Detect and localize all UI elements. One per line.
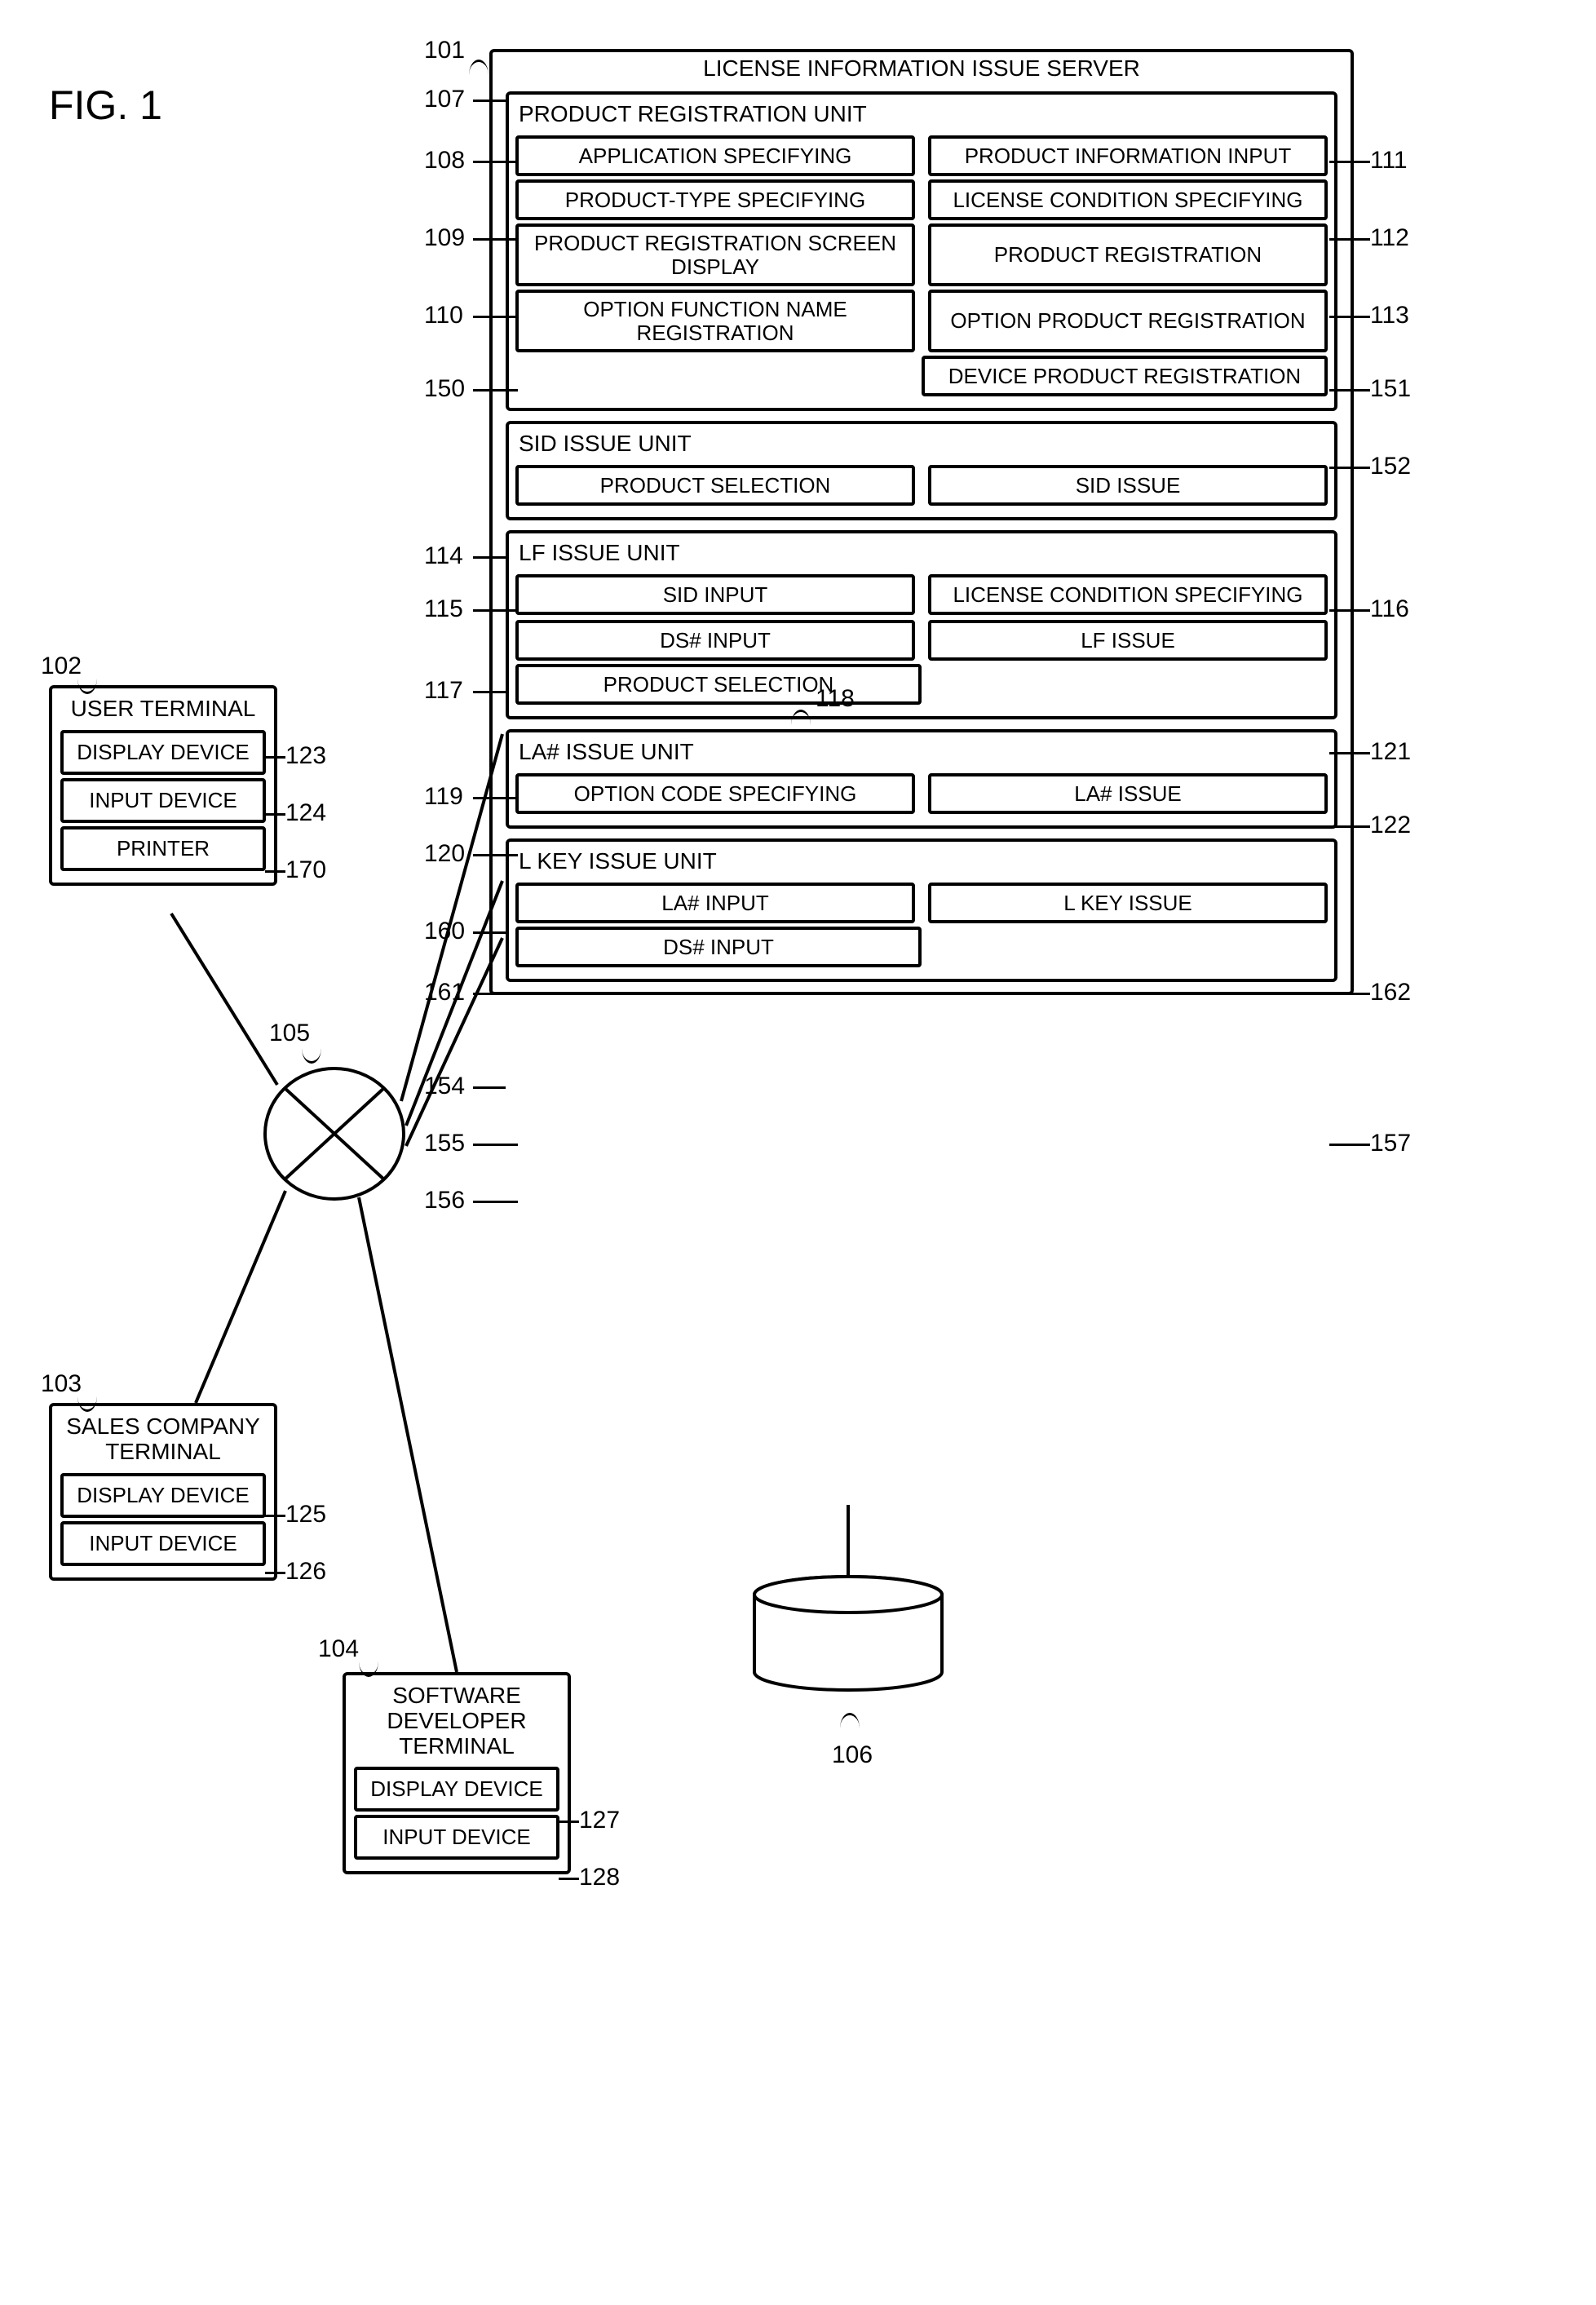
product-registration-screen-display: PRODUCT REGISTRATION SCREEN DISPLAY: [515, 223, 915, 286]
ref-125: 125: [285, 1501, 326, 1529]
ref-122: 122: [1370, 812, 1411, 839]
lkey-ds-input: DS# INPUT: [515, 927, 922, 967]
lf-product-selection: PRODUCT SELECTION: [515, 664, 922, 705]
product-registration-unit-title: PRODUCT REGISTRATION UNIT: [515, 100, 1328, 132]
license-server-title: LICENSE INFORMATION ISSUE SERVER: [493, 52, 1351, 85]
product-registration-unit: PRODUCT REGISTRATION UNIT APPLICATION SP…: [506, 91, 1337, 411]
la-issue-unit-title: LA# ISSUE UNIT: [515, 737, 1328, 770]
ref-124: 124: [285, 799, 326, 827]
ref-170: 170: [285, 856, 326, 884]
software-developer-terminal: SOFTWARE DEVELOPER TERMINAL DISPLAY DEVI…: [343, 1672, 571, 1874]
lkey-issue: L KEY ISSUE: [928, 883, 1328, 923]
database-icon: [750, 1574, 946, 1697]
lf-issue-unit: LF ISSUE UNIT SID INPUT DS# INPUT LICENS…: [506, 530, 1337, 719]
ref-116: 116: [1370, 595, 1409, 623]
ref-111: 111: [1370, 147, 1408, 175]
la-option-code-specifying: OPTION CODE SPECIFYING: [515, 773, 915, 814]
ref-161: 161: [424, 979, 465, 1007]
la-issue: LA# ISSUE: [928, 773, 1328, 814]
ref-110: 110: [424, 302, 463, 330]
sales-company-terminal: SALES COMPANY TERMINAL DISPLAY DEVICE IN…: [49, 1403, 277, 1581]
ref-112: 112: [1370, 224, 1409, 252]
ref-101: 101: [424, 37, 465, 64]
product-information-input: PRODUCT INFORMATION INPUT: [928, 135, 1328, 176]
lf-sid-input: SID INPUT: [515, 574, 915, 615]
ref-103: 103: [41, 1370, 82, 1398]
user-display-device: DISPLAY DEVICE: [60, 730, 266, 775]
ref-102: 102: [41, 653, 82, 680]
user-terminal: USER TERMINAL DISPLAY DEVICE INPUT DEVIC…: [49, 685, 277, 886]
user-printer: PRINTER: [60, 826, 266, 871]
application-specifying: APPLICATION SPECIFYING: [515, 135, 915, 176]
lf-license-condition-specifying: LICENSE CONDITION SPECIFYING: [928, 574, 1328, 615]
sid-issue: SID ISSUE: [928, 465, 1328, 506]
ref-151: 151: [1370, 375, 1411, 403]
ref-117: 117: [424, 677, 463, 705]
ref-150: 150: [424, 375, 465, 403]
ref-113: 113: [1370, 302, 1409, 330]
lf-ds-input: DS# INPUT: [515, 620, 915, 661]
software-developer-terminal-title: SOFTWARE DEVELOPER TERMINAL: [354, 1682, 559, 1763]
ref-127: 127: [579, 1807, 620, 1834]
user-terminal-title: USER TERMINAL: [60, 695, 266, 727]
ref-114: 114: [424, 542, 463, 570]
product-type-specifying: PRODUCT-TYPE SPECIFYING: [515, 179, 915, 220]
sid-issue-unit-title: SID ISSUE UNIT: [515, 429, 1328, 462]
ref-156: 156: [424, 1187, 465, 1214]
ref-128: 128: [579, 1864, 620, 1891]
option-function-name-registration: OPTION FUNCTION NAME REGISTRATION: [515, 290, 915, 352]
dev-input-device: INPUT DEVICE: [354, 1815, 559, 1860]
ref-155: 155: [424, 1130, 465, 1157]
ref-119: 119: [424, 783, 463, 811]
ref-120: 120: [424, 840, 465, 868]
ref-107: 107: [424, 86, 465, 113]
sales-input-device: INPUT DEVICE: [60, 1521, 266, 1566]
lf-issue: LF ISSUE: [928, 620, 1328, 661]
network-node-icon: [261, 1060, 408, 1207]
sid-product-selection: PRODUCT SELECTION: [515, 465, 915, 506]
lkey-la-input: LA# INPUT: [515, 883, 915, 923]
ref-104: 104: [318, 1635, 359, 1663]
license-server-box: LICENSE INFORMATION ISSUE SERVER PRODUCT…: [489, 49, 1354, 995]
ref-105: 105: [269, 1020, 310, 1047]
ref-160: 160: [424, 918, 465, 945]
ref-154: 154: [424, 1073, 465, 1100]
ref-152: 152: [1370, 453, 1411, 480]
license-condition-specifying: LICENSE CONDITION SPECIFYING: [928, 179, 1328, 220]
lkey-issue-unit: L KEY ISSUE UNIT LA# INPUT L KEY ISSUE D…: [506, 838, 1337, 982]
ref-108: 108: [424, 147, 465, 175]
lkey-issue-unit-title: L KEY ISSUE UNIT: [515, 847, 1328, 879]
ref-162: 162: [1370, 979, 1411, 1007]
option-product-registration: OPTION PRODUCT REGISTRATION: [928, 290, 1328, 352]
dev-display-device: DISPLAY DEVICE: [354, 1767, 559, 1812]
sales-display-device: DISPLAY DEVICE: [60, 1473, 266, 1518]
sid-issue-unit: SID ISSUE UNIT PRODUCT SELECTION SID ISS…: [506, 421, 1337, 520]
ref-123: 123: [285, 742, 326, 770]
device-product-registration: DEVICE PRODUCT REGISTRATION: [922, 356, 1328, 396]
server-db-connector: [847, 1505, 850, 1578]
la-issue-unit: LA# ISSUE UNIT OPTION CODE SPECIFYING LA…: [506, 729, 1337, 829]
ref-118: 118: [816, 685, 855, 713]
figure-title: FIG. 1: [49, 82, 162, 129]
sales-company-terminal-title: SALES COMPANY TERMINAL: [60, 1413, 266, 1470]
ref-115: 115: [424, 595, 463, 623]
ref-106: 106: [832, 1741, 873, 1769]
lf-issue-unit-title: LF ISSUE UNIT: [515, 538, 683, 571]
ref-157: 157: [1370, 1130, 1411, 1157]
diagram-canvas: FIG. 1 LICENSE INFORMATION ISSUE SERVER …: [33, 33, 1419, 2072]
user-input-device: INPUT DEVICE: [60, 778, 266, 823]
ref-126: 126: [285, 1558, 326, 1586]
ref-109: 109: [424, 224, 465, 252]
ref-121: 121: [1370, 738, 1411, 766]
product-registration: PRODUCT REGISTRATION: [928, 223, 1328, 286]
